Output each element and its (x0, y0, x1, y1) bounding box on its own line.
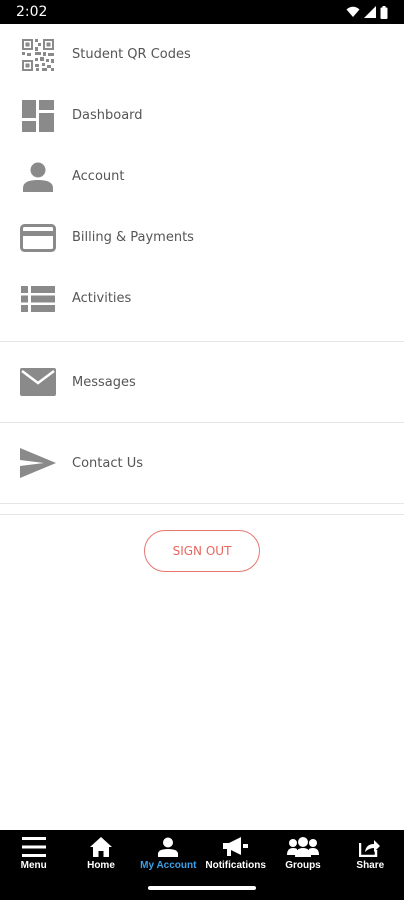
nav-item-home[interactable]: Home (67, 830, 134, 875)
menu-item-label: Messages (72, 374, 136, 390)
status-bar: 2:02 (0, 0, 404, 24)
qr-code-icon (20, 37, 56, 73)
cellular-signal-icon (364, 6, 376, 18)
menu-item-label: Activities (72, 291, 132, 306)
nav-item-my-account[interactable]: My Account (135, 830, 202, 875)
share-icon (359, 836, 381, 858)
dashboard-icon (20, 98, 56, 134)
divider (0, 514, 404, 515)
menu-item-messages[interactable]: Messages (0, 342, 404, 422)
menu-item-label: Billing & Payments (72, 230, 194, 245)
nav-item-share[interactable]: Share (337, 830, 404, 875)
credit-card-icon (20, 220, 56, 256)
status-time: 2:02 (16, 4, 48, 20)
nav-label: Share (356, 860, 385, 871)
hamburger-icon (21, 836, 46, 858)
gesture-nav-area (0, 875, 404, 900)
menu-item-student-qr-codes[interactable]: Student QR Codes (0, 24, 404, 85)
menu-item-contact-us[interactable]: Contact Us (0, 423, 404, 503)
status-icons (346, 5, 388, 19)
send-icon (20, 445, 56, 481)
wifi-icon (346, 6, 360, 17)
menu-item-dashboard[interactable]: Dashboard (0, 85, 404, 146)
nav-label: Home (87, 860, 115, 871)
nav-item-notifications[interactable]: Notifications (202, 830, 269, 875)
menu-item-label: Student QR Codes (72, 47, 191, 62)
menu-item-activities[interactable]: Activities (0, 268, 404, 329)
list-icon (20, 281, 56, 317)
nav-label: Groups (285, 860, 321, 871)
menu-item-label: Contact Us (72, 455, 143, 471)
nav-label: Notifications (205, 860, 266, 871)
menu-item-account[interactable]: Account (0, 146, 404, 207)
person-icon (158, 836, 179, 858)
groups-icon (286, 836, 319, 858)
account-menu: Student QR Codes Dashboard Account Billi… (0, 24, 404, 515)
envelope-icon (20, 364, 56, 400)
nav-item-menu[interactable]: Menu (0, 830, 67, 875)
nav-label: Menu (20, 860, 47, 871)
menu-item-label: Account (72, 169, 125, 184)
bottom-nav: Menu Home My Account Notifications Group… (0, 830, 404, 875)
sign-out-button[interactable]: SIGN OUT (144, 530, 260, 572)
person-icon (20, 159, 56, 195)
megaphone-icon (222, 836, 249, 858)
nav-item-groups[interactable]: Groups (269, 830, 336, 875)
home-gesture-handle[interactable] (148, 885, 256, 890)
battery-icon (380, 5, 388, 19)
signout-container: SIGN OUT (0, 530, 404, 572)
nav-label: My Account (140, 860, 197, 871)
menu-item-billing-payments[interactable]: Billing & Payments (0, 207, 404, 268)
divider (0, 503, 404, 504)
menu-item-label: Dashboard (72, 108, 143, 123)
home-icon (89, 836, 112, 858)
